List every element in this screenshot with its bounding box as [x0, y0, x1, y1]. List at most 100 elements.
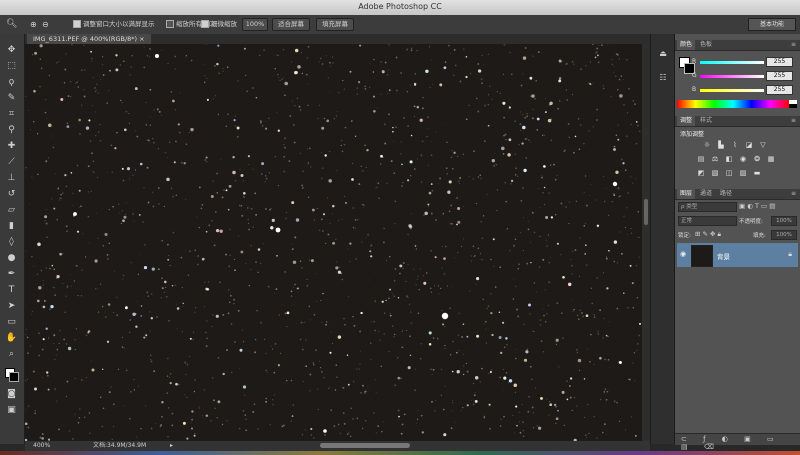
zoom-100-button[interactable]: 100%	[242, 18, 268, 31]
zoom-in-icon[interactable]: ⊕	[30, 19, 37, 30]
tools-panel: ✥ ⬚ ϙ ✎ ⌗ ⚲ ✚ ⟋ ⊥ ↺ ▱ ▮ ◊ ● ✒ T ➤ ▭ ✋ ⌕ …	[0, 34, 25, 444]
panel-menu-icon[interactable]: ≡	[788, 116, 799, 126]
black-white-icon[interactable]: ◧	[725, 156, 733, 163]
checkbox-icon	[166, 20, 174, 28]
tab-channels[interactable]: 通道	[697, 189, 715, 199]
zoom-tool-icon[interactable]: 🔍︎	[6, 19, 17, 30]
blend-mode-select[interactable]: 正常	[678, 216, 737, 226]
threshold-icon[interactable]: ◫	[725, 170, 733, 177]
document-tab[interactable]: IMG_6311.PEF @ 400%(RGB/8*) ×	[27, 34, 151, 44]
zoom-level[interactable]: 400%	[33, 441, 50, 451]
layer-footer-icons[interactable]: ⊂ ƒ ◐ ▣ ▭ ▤ ⌫	[681, 435, 800, 451]
zoom-out-icon[interactable]: ⊖	[42, 19, 49, 30]
value-b[interactable]: 255	[766, 85, 793, 95]
panel-dock: ⏏ ☷	[650, 34, 675, 444]
hand-tool-icon[interactable]: ✋	[5, 332, 18, 345]
tab-color[interactable]: 颜色	[677, 40, 696, 50]
history-panel-icon[interactable]: ⏏	[657, 48, 669, 60]
slider-b[interactable]	[700, 89, 764, 92]
panel-menu-icon[interactable]: ≡	[788, 40, 799, 50]
exposure-icon[interactable]: ◪	[745, 142, 753, 149]
lock-icons[interactable]: ⊞ ✎ ✥ 🔒︎	[695, 230, 721, 239]
layer-name[interactable]: 背景	[717, 251, 730, 261]
value-r[interactable]: 255	[766, 57, 793, 67]
tab-styles[interactable]: 样式	[697, 116, 715, 126]
properties-panel-icon[interactable]: ☷	[657, 72, 669, 84]
document-tabs: IMG_6311.PEF @ 400%(RGB/8*) ×	[25, 34, 650, 44]
tab-swatches[interactable]: 色板	[697, 40, 715, 50]
layer-row[interactable]: ◉ 背景 🔒︎	[677, 243, 798, 267]
invert-icon[interactable]: ◩	[697, 170, 705, 177]
resize-windows-checkbox[interactable]: 调整窗口大小以满屏显示	[73, 19, 155, 30]
fill-label: 填充:	[753, 233, 766, 239]
options-bar: 🔍︎ ⊕ ⊖ 调整窗口大小以满屏显示 缩放所有窗口 细微缩放 100% 适合屏幕…	[0, 15, 800, 35]
vertical-scroll-thumb[interactable]	[644, 199, 648, 225]
tab-adjustments[interactable]: 调整	[677, 116, 696, 126]
color-swatches-icon[interactable]	[5, 368, 19, 382]
gradient-map-icon[interactable]: ▬	[753, 170, 761, 177]
color-balance-icon[interactable]: ⚖	[711, 156, 719, 163]
lock-label: 锁定:	[678, 233, 691, 239]
vibrance-icon[interactable]: ▽	[759, 142, 767, 149]
quick-select-tool-icon[interactable]: ✎	[5, 92, 18, 105]
tab-paths[interactable]: 路径	[717, 189, 735, 199]
visibility-eye-icon[interactable]: ◉	[680, 250, 686, 258]
rectangle-tool-icon[interactable]: ▭	[5, 316, 18, 329]
status-menu-arrow-icon[interactable]: ▸	[170, 441, 173, 451]
fill-field[interactable]: 100%	[771, 230, 797, 240]
horizontal-scroll-thumb[interactable]	[320, 443, 410, 448]
channel-mixer-icon[interactable]: ❂	[753, 156, 761, 163]
type-tool-icon[interactable]: T	[5, 284, 18, 297]
brightness-icon[interactable]: ☼	[703, 142, 711, 149]
stamp-tool-icon[interactable]: ⊥	[5, 172, 18, 185]
filter-icons[interactable]: ▣ ◐ T ▭ ▤	[739, 202, 775, 210]
eraser-tool-icon[interactable]: ▱	[5, 204, 18, 217]
color-panel-tabs: 颜色 色板 ≡	[675, 40, 800, 51]
blur-tool-icon[interactable]: ◊	[5, 236, 18, 249]
channel-label-b: B	[692, 86, 697, 93]
fit-screen-button[interactable]: 适合屏幕	[272, 18, 310, 31]
workspace-select[interactable]: 基本功能	[748, 18, 796, 31]
quick-mask-icon[interactable]: ◙	[5, 388, 18, 401]
zoom-tool-icon[interactable]: ⌕	[5, 348, 18, 361]
move-tool-icon[interactable]: ✥	[5, 44, 18, 57]
crop-tool-icon[interactable]: ⌗	[5, 108, 18, 121]
layer-kind-filter[interactable]: ρ 类型	[678, 202, 737, 212]
tab-layers[interactable]: 图层	[677, 189, 696, 199]
vertical-scrollbar[interactable]	[642, 44, 650, 441]
checkbox-icon	[73, 20, 81, 28]
slider-g[interactable]	[700, 75, 764, 78]
black-swatch[interactable]	[789, 104, 797, 108]
marquee-tool-icon[interactable]: ⬚	[5, 60, 18, 73]
lasso-tool-icon[interactable]: ϙ	[5, 76, 18, 89]
panel-menu-icon[interactable]: ≡	[788, 189, 799, 199]
slider-r[interactable]	[700, 61, 764, 64]
image-canvas[interactable]	[25, 44, 642, 441]
selective-color-icon[interactable]: ▨	[739, 170, 747, 177]
history-brush-tool-icon[interactable]: ↺	[5, 188, 18, 201]
hue-saturation-icon[interactable]: ▤	[697, 156, 705, 163]
color-lookup-icon[interactable]: ▦	[767, 156, 775, 163]
gradient-tool-icon[interactable]: ▮	[5, 220, 18, 233]
eyedropper-tool-icon[interactable]: ⚲	[5, 124, 18, 137]
color-spectrum-bar[interactable]	[677, 100, 789, 108]
fill-screen-button[interactable]: 填充屏幕	[316, 18, 354, 31]
checkbox-icon	[201, 20, 209, 28]
pen-tool-icon[interactable]: ✒	[5, 268, 18, 281]
photo-filter-icon[interactable]: ◉	[739, 156, 747, 163]
brush-tool-icon[interactable]: ⟋	[5, 156, 18, 169]
levels-icon[interactable]: ▙	[717, 142, 725, 149]
layer-lock-icon: 🔒︎	[788, 250, 792, 258]
window-title: Adobe Photoshop CC	[358, 2, 442, 11]
curves-icon[interactable]: ⌇	[731, 142, 739, 149]
dodge-tool-icon[interactable]: ●	[5, 252, 18, 265]
scrubby-zoom-checkbox[interactable]: 细微缩放	[201, 19, 237, 30]
opacity-field[interactable]: 100%	[771, 216, 797, 226]
healing-brush-tool-icon[interactable]: ✚	[5, 140, 18, 153]
layers-footer: ⊂ ƒ ◐ ▣ ▭ ▤ ⌫	[675, 433, 800, 451]
path-select-tool-icon[interactable]: ➤	[5, 300, 18, 313]
posterize-icon[interactable]: ▧	[711, 170, 719, 177]
layer-thumbnail	[691, 245, 713, 267]
screen-mode-icon[interactable]: ▣	[5, 404, 18, 417]
value-g[interactable]: 255	[766, 71, 793, 81]
